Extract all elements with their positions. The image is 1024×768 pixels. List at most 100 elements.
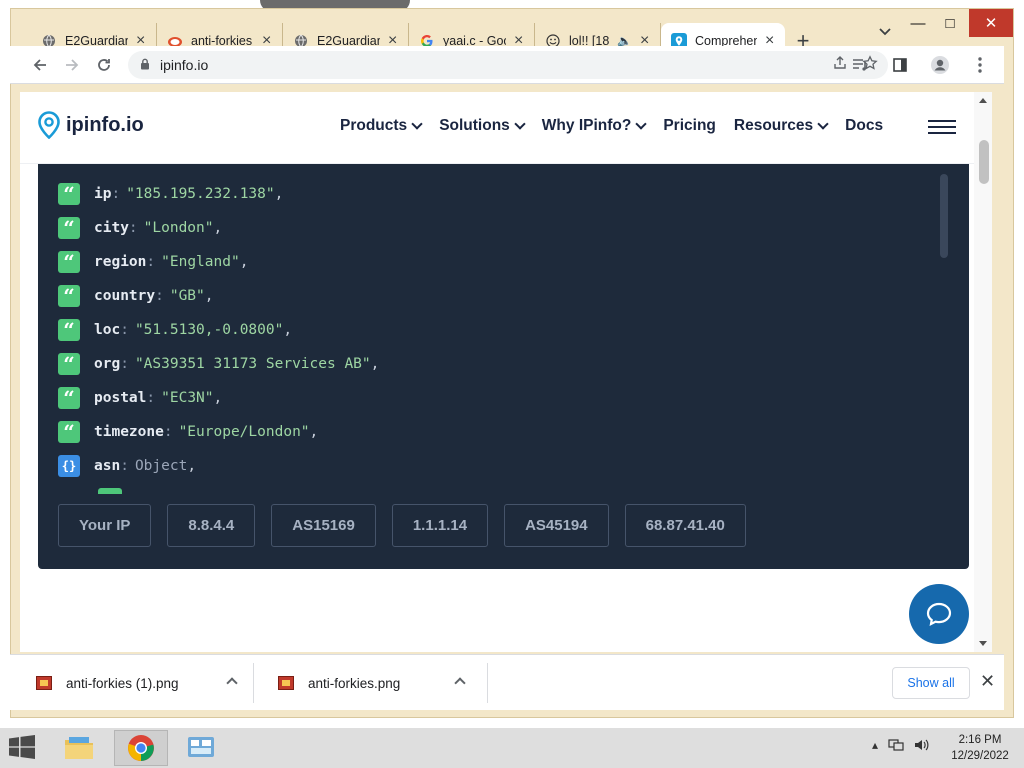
nav-label: Products [340,117,408,134]
example-ip-buttons: Your IP 8.8.4.4 AS15169 1.1.1.14 AS45194… [58,504,746,547]
network-icon[interactable] [888,738,904,755]
media-queue-icon[interactable] [844,49,876,81]
json-value: "London" [143,220,214,236]
json-key: region [94,254,147,270]
json-scrollbar[interactable] [940,174,948,258]
json-key: timezone [94,424,164,440]
json-value: "185.195.232.138" [126,186,275,202]
nav-label: Resources [733,117,814,134]
chrome-icon[interactable] [114,730,168,766]
page-scrollbar[interactable] [974,92,992,652]
json-value: "AS39351 31173 Services AB" [134,356,371,372]
system-tray: ▴ [872,738,930,755]
chat-bubble-icon [926,602,952,626]
show-all-button[interactable]: Show all [892,667,970,699]
hamburger-menu-icon[interactable] [928,120,956,134]
taskbar: ▴ 2:16 PM 12/29/2022 [0,728,1024,768]
image-file-icon [278,676,294,690]
json-row-org: “ org: "AS39351 31173 Services AB", [58,353,379,375]
json-key: city [94,220,129,236]
volume-icon[interactable] [914,738,930,755]
ip-json-panel: “ ip: "185.195.232.138", “ city: "London… [38,164,969,569]
json-key: org [94,356,121,372]
example-ip-button[interactable]: 1.1.1.14 [391,504,489,547]
json-key: loc [94,322,121,338]
nav-why-ipinfo[interactable]: Why IPinfo? [541,117,648,135]
object-braces-icon: {} [58,455,80,477]
quote-icon: “ [58,319,80,341]
example-asn-button[interactable]: AS15169 [271,504,376,547]
chevron-up-icon[interactable] [454,677,466,689]
json-value: "51.5130,-0.0800" [134,322,284,338]
address-bar[interactable]: ipinfo.io [128,51,888,79]
logo-text: ipinfo.io [66,113,144,136]
json-key: country [94,288,156,304]
nav-pricing[interactable]: Pricing [663,117,716,135]
reload-icon[interactable] [88,49,120,81]
site-header: ipinfo.io Products Solutions Why IPinfo?… [20,92,992,164]
quote-icon: “ [58,353,80,375]
clock-time: 2:16 PM [958,734,1002,746]
file-explorer-icon[interactable] [52,730,106,766]
taskbar-clock[interactable]: 2:16 PM 12/29/2022 [940,732,1020,764]
your-ip-button[interactable]: Your IP [58,504,152,547]
json-row-region: “ region: "England", [58,251,248,273]
scrollbar-thumb[interactable] [979,140,989,184]
profile-avatar-icon[interactable] [924,49,956,81]
scroll-up-arrow-icon[interactable] [979,98,987,103]
nav-docs[interactable]: Docs [845,117,883,135]
nav-products[interactable]: Products [340,117,423,135]
chevron-down-icon [514,118,526,130]
nav-label: Why IPinfo? [541,117,632,134]
json-row-loc: “ loc: "51.5130,-0.0800", [58,319,292,341]
json-value: "England" [161,254,240,270]
side-panel-icon[interactable] [884,49,916,81]
next-row-badge-peek [98,488,122,494]
chat-support-button[interactable] [909,584,969,644]
example-ip-button[interactable]: 68.87.41.40 [624,504,746,547]
forward-icon[interactable] [56,49,88,81]
windows-start-icon[interactable] [8,735,38,761]
url-text: ipinfo.io [160,57,209,73]
page-viewport: ipinfo.io Products Solutions Why IPinfo?… [20,92,992,652]
json-row-postal: “ postal: "EC3N", [58,387,222,409]
example-asn-button[interactable]: AS45194 [504,504,609,547]
browser-toolbar: ipinfo.io [10,46,1004,84]
quote-icon: “ [58,217,80,239]
json-row-city: “ city: "London", [58,217,222,239]
chevron-up-icon[interactable] [226,677,238,689]
scroll-down-arrow-icon[interactable] [979,641,987,646]
download-filename: anti-forkies.png [308,675,401,691]
chevron-down-icon [817,118,829,130]
clock-date: 12/29/2022 [951,750,1009,762]
json-key: ip [94,186,112,202]
close-icon[interactable]: ✕ [980,671,995,692]
main-nav: Products Solutions Why IPinfo? Pricing R… [340,117,883,135]
quote-icon: “ [58,285,80,307]
location-pin-logo-icon [38,111,60,140]
example-ip-button[interactable]: 8.8.4.4 [167,504,256,547]
tray-expand-icon[interactable]: ▴ [872,738,878,755]
image-file-icon [36,676,52,690]
json-value: "EC3N" [161,390,214,406]
json-row-timezone: “ timezone: "Europe/London", [58,421,318,443]
tab-search-chevron-icon[interactable] [879,23,891,39]
nav-resources[interactable]: Resources [733,117,829,135]
download-item[interactable]: anti-forkies.png [260,663,488,703]
nav-label: Solutions [439,117,510,134]
control-panel-icon[interactable] [174,730,228,766]
download-item[interactable]: anti-forkies (1).png [18,663,254,703]
json-value: "Europe/London" [178,424,310,440]
browser-menu-icon[interactable] [964,49,996,81]
downloads-bar: anti-forkies (1).png anti-forkies.png Sh… [10,654,1004,710]
json-value: "GB" [169,288,205,304]
lock-icon[interactable] [140,57,150,73]
json-row-asn[interactable]: {} asn: Object, [58,455,196,477]
download-filename: anti-forkies (1).png [66,675,179,691]
nav-label: Pricing [663,117,716,134]
json-result-list[interactable]: “ ip: "185.195.232.138", “ city: "London… [38,164,969,494]
back-icon[interactable] [24,49,56,81]
nav-solutions[interactable]: Solutions [439,117,526,135]
site-logo[interactable]: ipinfo.io [38,111,144,140]
json-row-ip: “ ip: "185.195.232.138", [58,183,283,205]
